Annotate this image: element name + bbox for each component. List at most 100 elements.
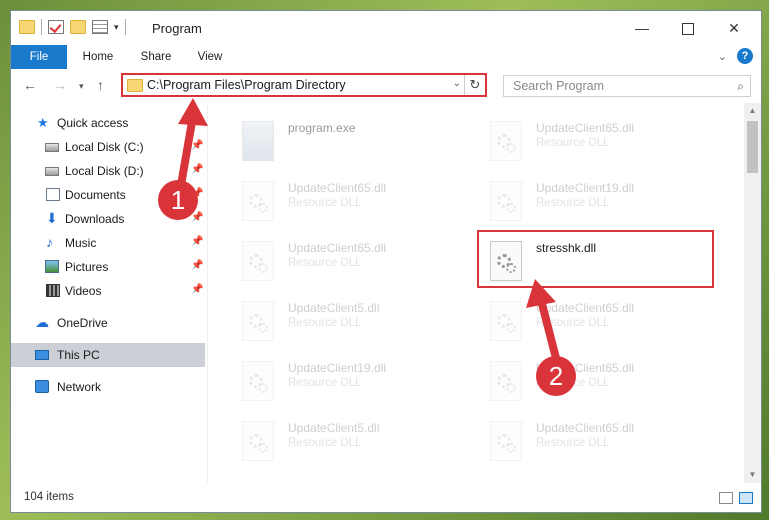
step-callout-1: 1 <box>158 180 198 220</box>
star-icon: ★ <box>37 115 49 130</box>
pin-icon[interactable]: 📌 <box>191 164 203 175</box>
dll-gear-icon <box>490 421 522 461</box>
tab-share[interactable]: Share <box>131 45 181 69</box>
file-name: UpdateClient19.dll <box>288 361 387 375</box>
file-type: Resource DLL <box>536 317 610 329</box>
sidebar-item-label: Pictures <box>65 260 109 274</box>
close-button[interactable]: ✕ <box>711 11 757 45</box>
pin-icon[interactable]: 📌 <box>191 140 203 151</box>
sidebar-item-pictures[interactable]: Pictures 📌 <box>11 255 207 279</box>
file-item[interactable]: UpdateClient65.dll Resource DLL <box>476 117 716 173</box>
file-item[interactable]: UpdateClient65.dll Resource DLL <box>476 297 716 353</box>
maximize-icon <box>682 23 694 36</box>
dll-gear-icon <box>242 241 274 281</box>
file-name: UpdateClient5.dll <box>288 301 380 315</box>
pin-icon[interactable]: 📌 <box>191 236 203 247</box>
disk-icon <box>45 167 59 176</box>
title-bar: ▾ Program — ✕ <box>11 11 761 45</box>
sidebar-item-label: This PC <box>57 348 100 362</box>
sidebar-item-label: Local Disk (D:) <box>65 164 144 178</box>
help-icon[interactable]: ? <box>737 48 753 64</box>
file-name: UpdateClient65.dll <box>536 301 635 315</box>
file-item[interactable]: UpdateClient65.dll Resource DLL <box>476 357 716 413</box>
sidebar-item-label: Videos <box>65 284 102 298</box>
details-view-icon[interactable] <box>719 492 733 504</box>
search-icon: ⌕ <box>737 79 744 93</box>
file-item[interactable]: UpdateClient65.dll Resource DLL <box>228 177 468 233</box>
file-item[interactable]: UpdateClient5.dll Resource DLL <box>228 417 468 473</box>
dll-gear-icon <box>242 301 274 341</box>
pin-icon[interactable]: 📌 <box>191 260 203 271</box>
forward-button[interactable]: → <box>53 77 67 93</box>
expand-ribbon-chevron-icon[interactable]: ⌄ <box>718 50 727 63</box>
new-folder-icon[interactable] <box>70 20 86 34</box>
vertical-scrollbar[interactable]: ▲ ▼ <box>744 103 761 483</box>
search-input[interactable]: Search Program ⌕ <box>503 75 751 97</box>
executable-icon <box>242 121 274 161</box>
large-icons-view-icon[interactable] <box>739 492 753 504</box>
tab-view[interactable]: View <box>187 45 233 69</box>
sidebar-item-local-disk-c[interactable]: Local Disk (C:) 📌 <box>11 135 207 159</box>
properties-check-icon[interactable] <box>48 20 64 34</box>
folder-icon <box>127 79 143 92</box>
file-item[interactable]: UpdateClient5.dll Resource DLL <box>228 297 468 353</box>
tab-home[interactable]: Home <box>73 45 123 69</box>
sidebar-item-network[interactable]: Network <box>11 375 207 399</box>
sidebar-item-label: Downloads <box>65 212 125 226</box>
tab-file[interactable]: File <box>11 45 67 69</box>
search-placeholder: Search Program <box>513 79 605 93</box>
sidebar-item-this-pc[interactable]: This PC <box>11 343 205 367</box>
dll-gear-icon <box>242 361 274 401</box>
file-item[interactable]: UpdateClient65.dll Resource DLL <box>228 237 468 293</box>
sidebar-item-quick-access[interactable]: ★ Quick access <box>11 111 207 135</box>
sidebar-item-label: Quick access <box>57 116 129 130</box>
dll-gear-icon <box>242 181 274 221</box>
refresh-button[interactable]: ↻ <box>464 75 485 95</box>
file-type: Resource DLL <box>536 197 610 209</box>
scroll-down-arrow-icon[interactable]: ▼ <box>744 467 761 483</box>
file-type: Resource DLL <box>536 137 610 149</box>
file-item[interactable]: UpdateClient65.dll Resource DLL <box>476 417 716 473</box>
sidebar-item-music[interactable]: ♪ Music 📌 <box>11 231 207 255</box>
file-type: Resource DLL <box>288 377 362 389</box>
file-item[interactable]: program.exe <box>228 117 468 173</box>
file-item[interactable]: UpdateClient19.dll Resource DLL <box>476 177 716 233</box>
sidebar-item-onedrive[interactable]: ☁ OneDrive <box>11 311 207 335</box>
sidebar-item-label: Documents <box>65 188 126 202</box>
recent-locations-dropdown[interactable]: ▾ <box>79 81 84 92</box>
file-name: UpdateClient5.dll <box>288 421 380 435</box>
minimize-button[interactable]: — <box>619 11 665 45</box>
file-item[interactable]: UpdateClient19.dll Resource DLL <box>228 357 468 413</box>
sidebar-item-label: Network <box>57 380 102 394</box>
navigation-pane: ★ Quick access Local Disk (C:) 📌 Local D… <box>11 103 207 483</box>
sidebar-item-label: Music <box>65 236 97 250</box>
pictures-icon <box>45 260 59 273</box>
customize-toolbar-dropdown[interactable]: ▾ <box>114 22 119 33</box>
scroll-up-arrow-icon[interactable]: ▲ <box>744 103 761 119</box>
music-icon: ♪ <box>46 234 53 250</box>
file-highlight-box <box>477 230 714 288</box>
back-button[interactable]: ← <box>23 77 37 93</box>
ribbon-tabs: File Home Share View ⌄ ? <box>11 45 761 70</box>
file-name: UpdateClient65.dll <box>536 421 635 435</box>
folder-icon <box>19 20 35 34</box>
dll-gear-icon <box>242 421 274 461</box>
properties-icon[interactable] <box>92 20 108 34</box>
address-path[interactable]: C:\Program Files\Program Directory <box>147 78 346 92</box>
pin-icon[interactable]: 📌 <box>191 284 203 295</box>
window-title: Program <box>152 21 202 36</box>
file-name: UpdateClient65.dll <box>536 121 635 135</box>
pin-icon[interactable]: 📌 <box>191 212 203 223</box>
sidebar-item-videos[interactable]: Videos 📌 <box>11 279 207 303</box>
download-icon: ⬇ <box>46 210 58 226</box>
dll-gear-icon <box>490 361 522 401</box>
file-type: Resource DLL <box>288 257 362 269</box>
address-bar[interactable]: C:\Program Files\Program Directory ⌄ ↻ <box>121 73 487 97</box>
sidebar-item-label: OneDrive <box>57 316 108 330</box>
scrollbar-thumb[interactable] <box>747 121 758 173</box>
up-button[interactable]: ↑ <box>97 77 104 93</box>
item-count: 104 items <box>24 491 74 503</box>
cloud-icon: ☁ <box>35 314 49 330</box>
maximize-button[interactable] <box>665 11 711 45</box>
address-history-dropdown[interactable]: ⌄ <box>453 78 461 89</box>
